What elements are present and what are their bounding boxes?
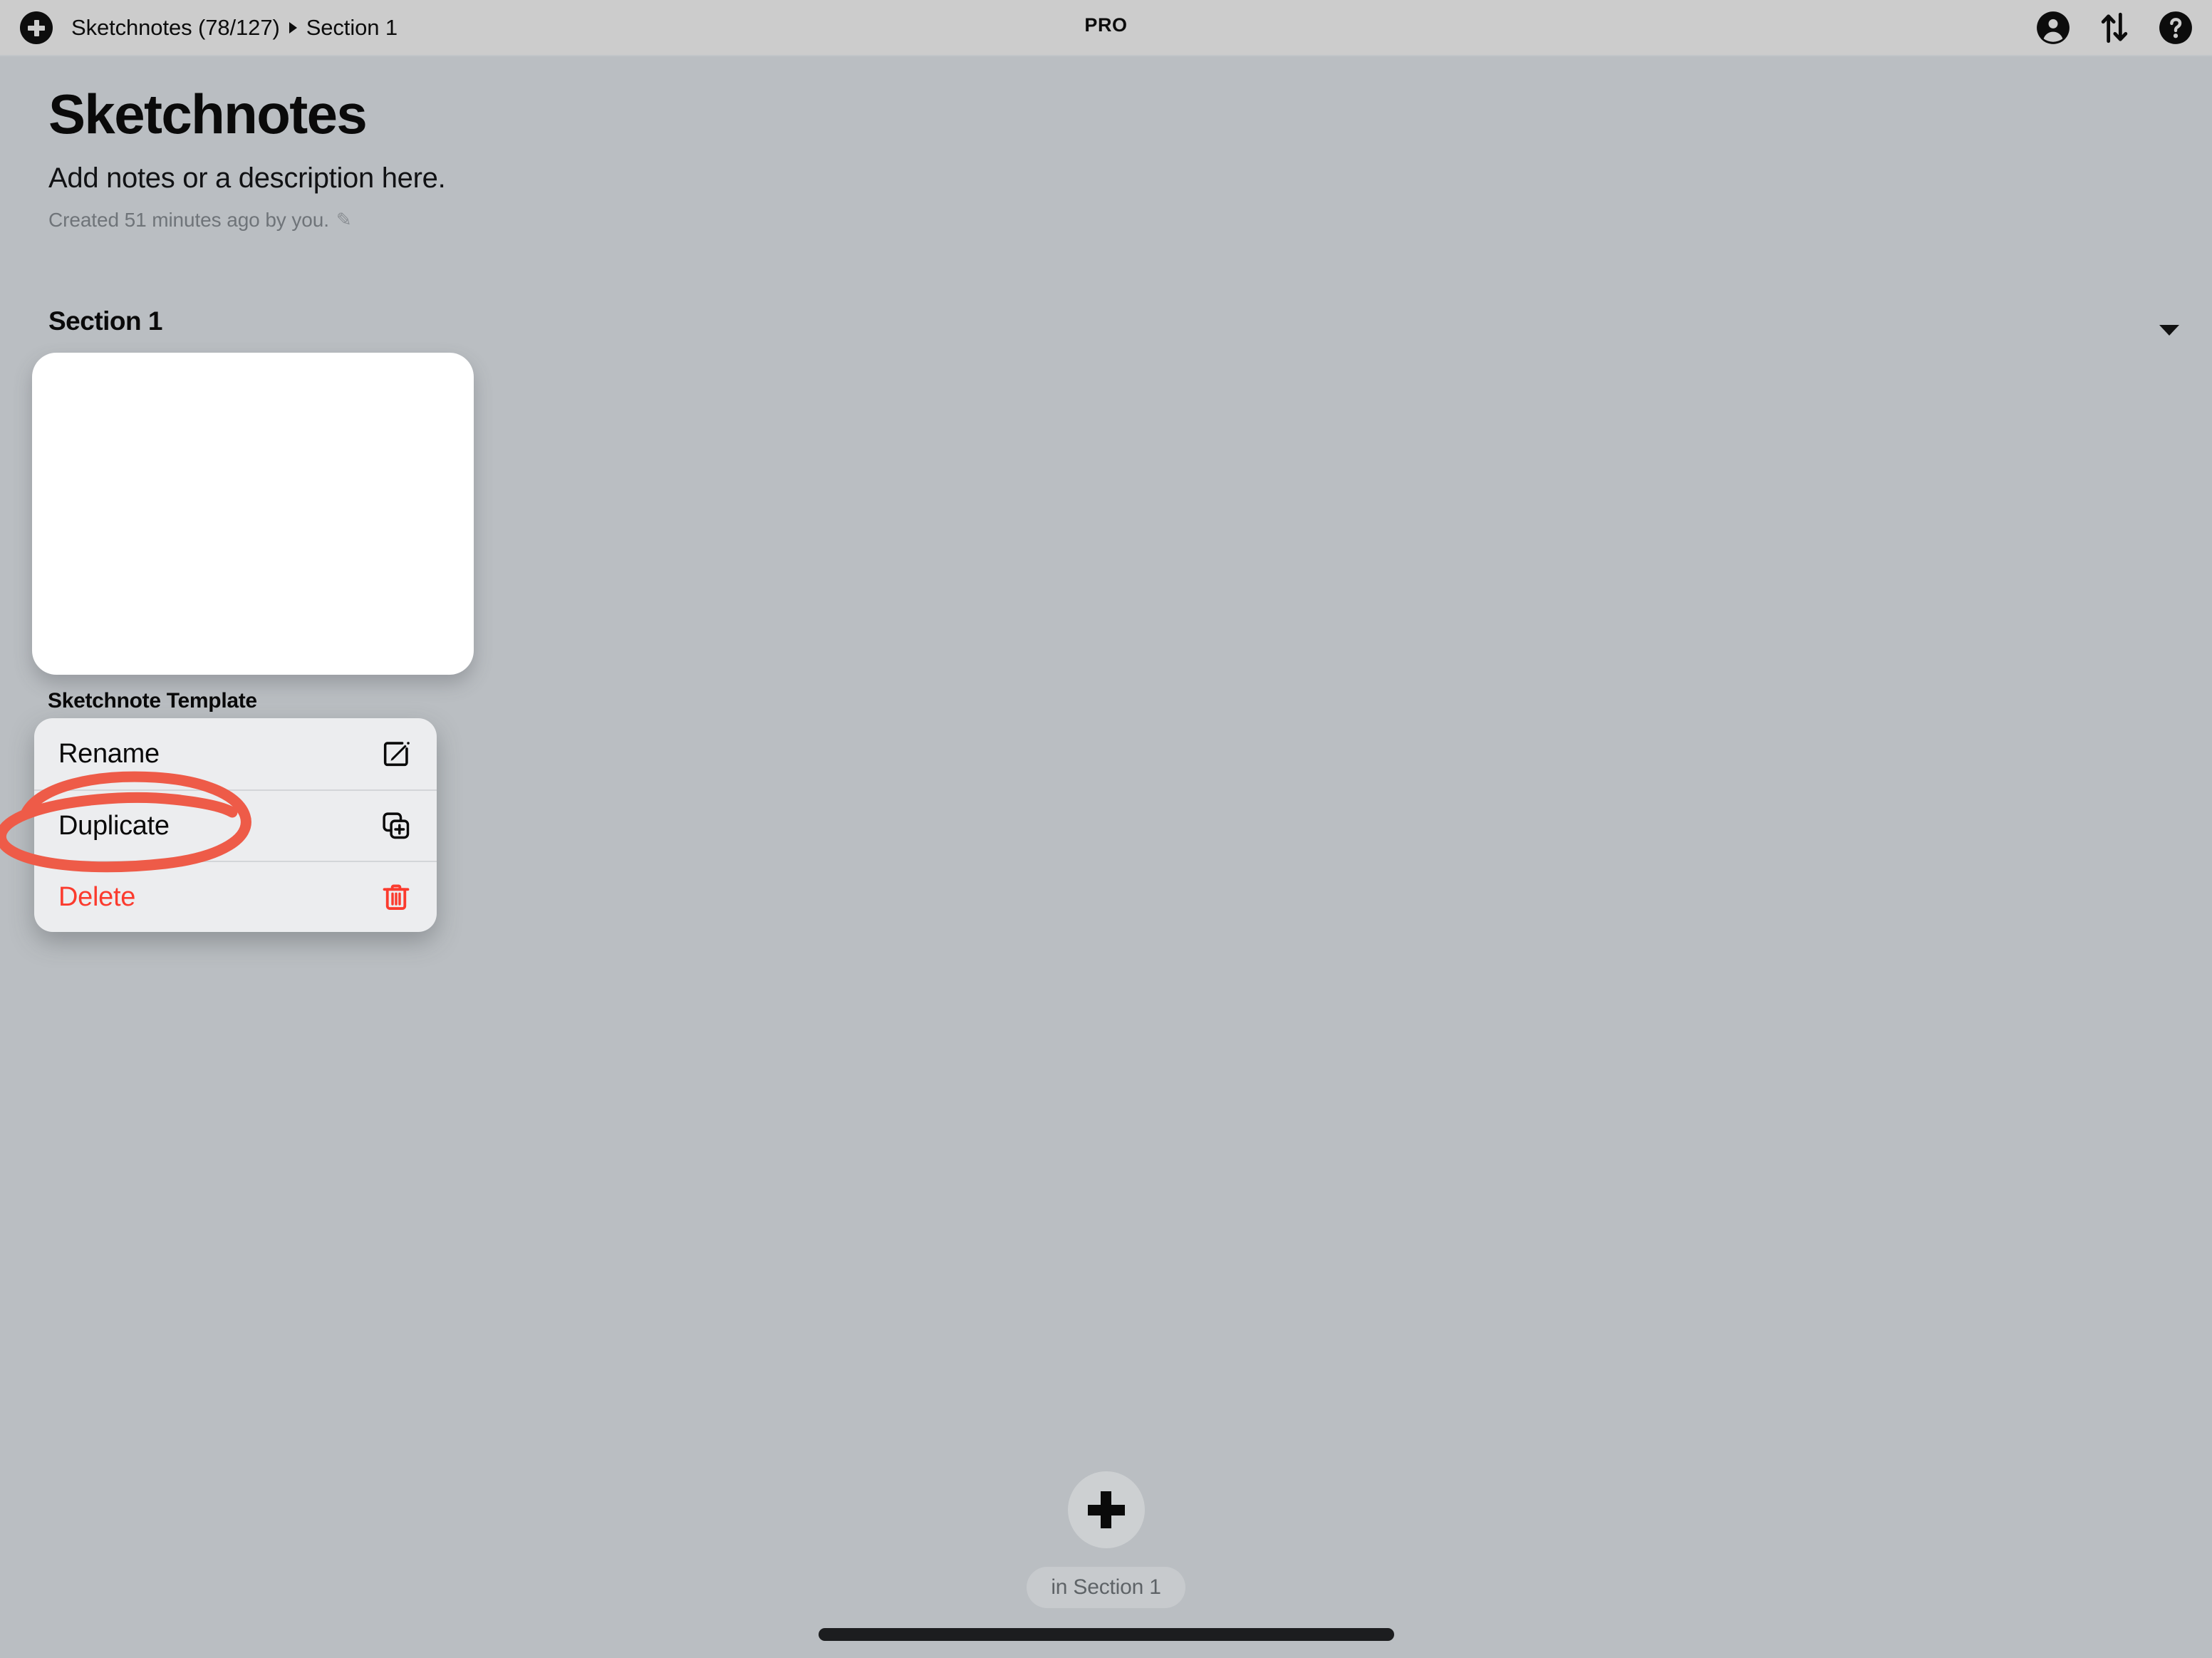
section-header-row: Section 1 xyxy=(0,306,2212,353)
page-meta: Created 51 minutes ago by you. ✎ xyxy=(48,209,1188,232)
pro-badge: PRO xyxy=(1084,14,1128,36)
app-screen: Sketchnotes (78/127) Section 1 PRO Sketc… xyxy=(0,0,2212,1658)
home-indicator xyxy=(818,1628,1394,1641)
note-card[interactable]: Sketchnote Template Aug 24, 2021 xyxy=(32,353,474,744)
menu-item-duplicate[interactable]: Duplicate xyxy=(34,789,437,861)
top-bar-divider xyxy=(0,55,2212,56)
section-title[interactable]: Section 1 xyxy=(48,306,163,336)
account-icon[interactable] xyxy=(2035,10,2071,46)
note-card-thumbnail[interactable] xyxy=(32,353,474,675)
page-meta-text: Created 51 minutes ago by you. xyxy=(48,208,329,231)
menu-item-duplicate-label: Duplicate xyxy=(58,810,170,841)
note-card-title: Sketchnote Template xyxy=(48,689,257,713)
chevron-down-icon[interactable] xyxy=(2154,322,2185,341)
menu-item-delete[interactable]: Delete xyxy=(34,861,437,932)
menu-item-delete-label: Delete xyxy=(58,881,136,912)
plus-icon[interactable] xyxy=(1067,1471,1145,1548)
add-note-group: in Section 1 xyxy=(0,1471,2212,1608)
plus-vertical-stroke xyxy=(1101,1491,1111,1528)
page-title: Sketchnotes xyxy=(48,83,368,145)
menu-item-rename-label: Rename xyxy=(58,738,160,769)
menu-item-rename[interactable]: Rename xyxy=(34,718,437,789)
top-bar-actions xyxy=(2035,10,2193,46)
sort-icon[interactable] xyxy=(2097,10,2132,46)
edit-square-icon xyxy=(380,737,412,770)
page-description[interactable]: Add notes or a description here. xyxy=(48,162,1188,195)
pencil-icon: ✎ xyxy=(336,209,352,231)
help-icon[interactable] xyxy=(2158,10,2193,46)
context-menu: Rename Duplicate Delete xyxy=(34,718,437,932)
page-header: Sketchnotes Add notes or a description h… xyxy=(48,83,1188,232)
chevron-down-triangle xyxy=(2159,325,2179,336)
add-scope-pill[interactable]: in Section 1 xyxy=(1027,1567,1185,1608)
trash-icon xyxy=(380,881,412,913)
copy-plus-icon xyxy=(380,809,412,842)
